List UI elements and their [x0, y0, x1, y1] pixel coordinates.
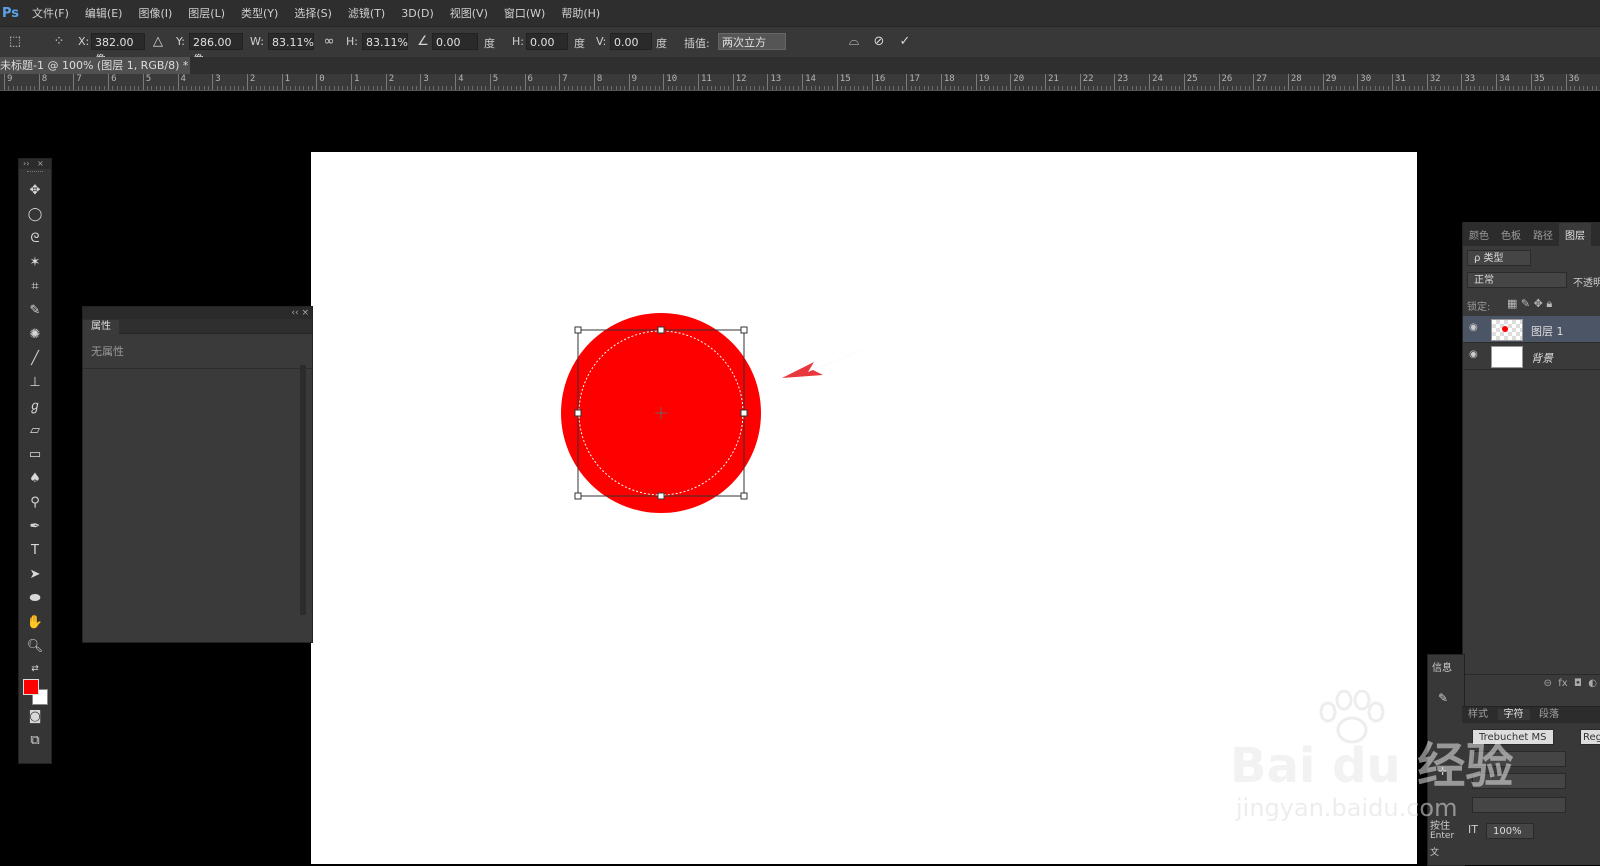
properties-scrollbar[interactable] [300, 365, 306, 615]
properties-panel: ‹‹ × 属性 无属性 [82, 306, 313, 643]
layer-name: 背景 [1531, 352, 1553, 365]
toolbox-grip[interactable] [27, 171, 43, 178]
watermark-brand: Bai du 经验 [1230, 738, 1514, 794]
annotation-arrow [782, 330, 910, 378]
eraser-tool-icon[interactable]: ▱ [23, 421, 47, 441]
gradient-tool-icon[interactable]: ▭ [23, 445, 47, 465]
move-tool-icon[interactable]: ✥ [23, 181, 47, 201]
healing-brush-tool-icon[interactable]: ✺ [23, 325, 47, 345]
blur-tool-icon[interactable]: ♠ [23, 469, 47, 489]
tab-color[interactable]: 颜色 [1463, 227, 1495, 246]
layer-name: 图层 1 [1531, 325, 1564, 338]
layer-filter-select[interactable]: ρ 类型 [1467, 250, 1531, 266]
transform-handle-bottom-right[interactable] [740, 492, 748, 500]
visibility-eye-icon[interactable]: ◉ [1469, 322, 1478, 333]
blend-mode-select[interactable]: 正常 [1467, 272, 1567, 288]
magic-wand-tool-icon[interactable]: ✶ [23, 253, 47, 273]
transform-handle-bottom-left[interactable] [574, 492, 582, 500]
swap-colors-icon[interactable]: ⇄ [23, 659, 47, 679]
info-hint-line-3: 文 [1430, 848, 1440, 858]
hand-tool-icon[interactable]: ✋ [23, 613, 47, 633]
tab-properties[interactable]: 属性 [83, 320, 119, 334]
transform-handle-bottom[interactable] [657, 492, 665, 500]
tab-layers[interactable]: 图层 [1559, 223, 1591, 246]
tab-info[interactable]: 信息 [1432, 659, 1452, 674]
layer-thumbnail [1491, 346, 1523, 368]
type-tool-icon[interactable]: T [23, 541, 47, 561]
transform-handle-top[interactable] [657, 326, 665, 334]
layer-row-1[interactable]: ◉ 图层 1 [1463, 316, 1600, 343]
lock-pixels-icon[interactable]: ▦ ✎ ✥ 🔒︎ [1507, 297, 1552, 311]
elliptical-marquee-tool-icon[interactable]: ◯ [23, 205, 47, 225]
crop-tool-icon[interactable]: ⌗ [23, 277, 47, 297]
screen-mode-icon[interactable]: ⧉ [23, 731, 47, 751]
properties-empty-text: 无属性 [83, 334, 312, 369]
toolbox-panel: ›› × ✥ ◯ ᘓ ✶ ⌗ ✎ ✺ ╱ ⊥ ℊ ▱ ▭ ♠ ⚲ ✒ T ➤ ⬬… [18, 158, 52, 764]
watermark-url: jingyan.baidu.com [1236, 794, 1458, 822]
tab-paths[interactable]: 路径 [1527, 227, 1559, 246]
layer-row-background[interactable]: ◉ 背景 [1463, 343, 1600, 370]
properties-panel-header[interactable]: ‹‹ × [83, 307, 312, 319]
ellipse-tool-icon[interactable]: ⬬ [23, 589, 47, 609]
quick-mask-icon[interactable]: ◙ [23, 707, 47, 727]
history-brush-tool-icon[interactable]: ℊ [23, 397, 47, 417]
lock-label: 锁定: [1467, 302, 1491, 313]
path-selection-tool-icon[interactable]: ➤ [23, 565, 47, 585]
eyedropper-tool-icon[interactable]: ✎ [23, 301, 47, 321]
opacity-label: 不透明 [1573, 278, 1600, 289]
transform-handle-right[interactable] [740, 409, 748, 417]
transform-handle-left[interactable] [574, 409, 582, 417]
visibility-eye-icon[interactable]: ◉ [1469, 349, 1478, 360]
dodge-tool-icon[interactable]: ⚲ [23, 493, 47, 513]
watermark: Bai du 经验 jingyan.baidu.com [1230, 690, 1590, 840]
pen-tool-icon[interactable]: ✒ [23, 517, 47, 537]
zoom-tool-icon[interactable]: 🔍︎ [23, 637, 47, 657]
toolbox-header[interactable]: ›› × [19, 159, 51, 169]
transform-handle-top-right[interactable] [740, 326, 748, 334]
foreground-color-swatch[interactable] [23, 679, 39, 695]
lasso-tool-icon[interactable]: ᘓ [23, 229, 47, 249]
layer-thumbnail [1491, 319, 1523, 341]
brush-tool-icon[interactable]: ╱ [23, 349, 47, 369]
transform-handle-top-left[interactable] [574, 326, 582, 334]
clone-stamp-tool-icon[interactable]: ⊥ [23, 373, 47, 393]
tab-swatches[interactable]: 色板 [1495, 227, 1527, 246]
